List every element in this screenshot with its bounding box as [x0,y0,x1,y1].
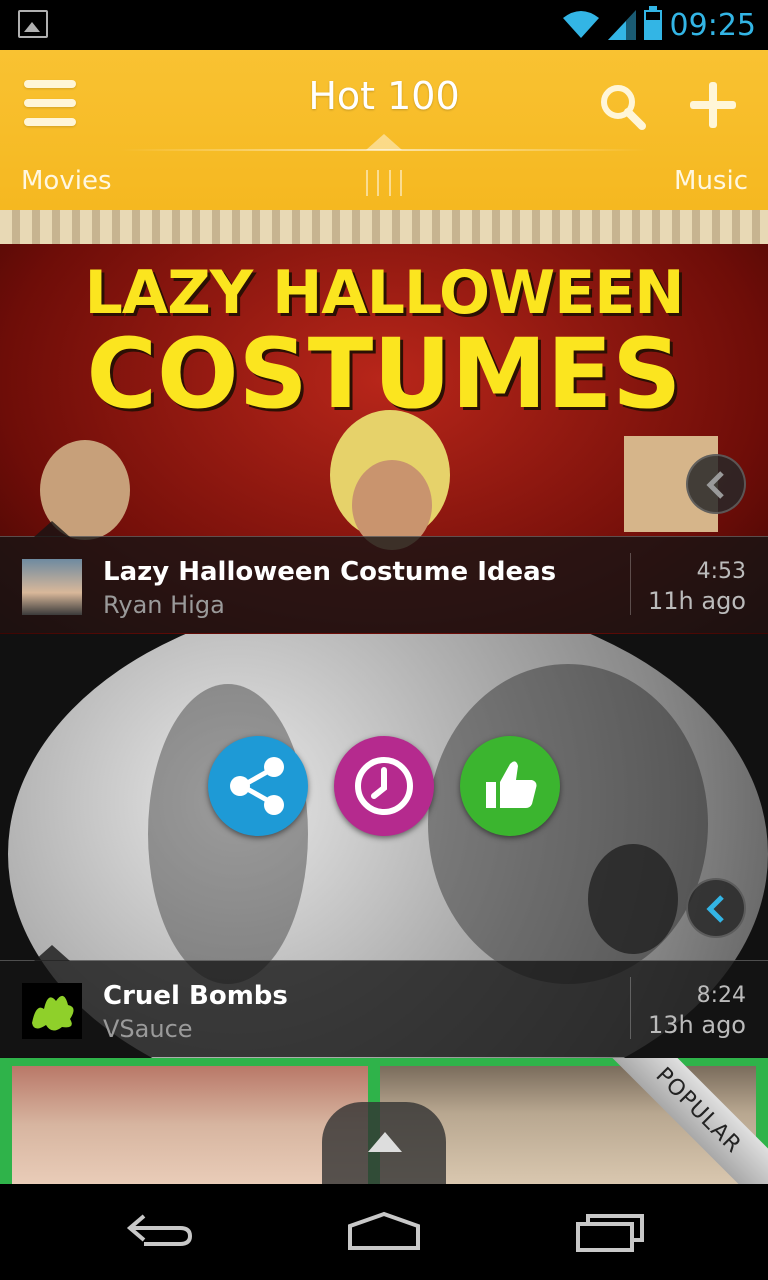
video-card[interactable]: Cruel Bombs VSauce 8:24 13h ago [0,634,768,1058]
video-age: 13h ago [647,1011,746,1039]
divider [630,553,631,615]
clock: 09:25 [669,7,756,43]
like-button[interactable] [460,736,560,836]
search-icon[interactable] [598,82,646,130]
home-icon[interactable] [346,1210,422,1254]
page-title: Hot 100 [308,74,460,118]
previous-button[interactable] [686,454,746,514]
signal-icon [607,10,636,40]
curtain-fringe [0,210,768,244]
tab-music[interactable]: Music [674,166,748,196]
add-icon[interactable] [688,80,738,130]
status-indicators: 09:25 [562,6,756,44]
back-icon[interactable] [124,1210,196,1250]
video-thumbnail [12,1066,368,1184]
video-title[interactable]: Cruel Bombs [103,981,288,1011]
status-bar: 09:25 [0,0,768,50]
tab-drag-handle[interactable] [366,170,402,196]
video-duration: 4:53 [696,559,746,584]
video-author[interactable]: VSauce [103,1015,193,1043]
previous-button[interactable] [686,878,746,938]
video-title[interactable]: Lazy Halloween Costume Ideas [103,557,556,587]
wifi-icon [562,11,599,38]
video-card[interactable]: LAZY HALLOWEEN COSTUMES Lazy Halloween C… [0,210,768,634]
video-duration: 8:24 [696,983,746,1008]
tab-movies[interactable]: Movies [21,166,112,196]
drawer-toggle[interactable] [322,1102,446,1184]
video-age: 11h ago [647,587,746,615]
gallery-notification-icon [18,10,48,38]
battery-icon [643,6,662,40]
recent-apps-icon[interactable] [574,1210,646,1254]
divider [630,977,631,1039]
system-nav-bar [0,1184,768,1280]
thumbs-up-icon [486,761,537,808]
video-author[interactable]: Ryan Higa [103,591,225,619]
crater [588,844,678,954]
app-header: Hot 100 Movies Music [0,50,768,210]
share-button[interactable] [208,736,308,836]
share-icon [230,757,284,815]
title-indicator [366,134,402,150]
watch-later-button[interactable] [334,736,434,836]
avatar[interactable] [22,983,82,1039]
info-bar-notch [34,945,70,961]
video-info-bar: Cruel Bombs VSauce 8:24 13h ago [0,945,768,1057]
info-bar-notch [34,521,70,537]
clock-icon [355,757,413,815]
avatar[interactable] [22,559,82,615]
vsauce-logo-icon [32,995,74,1031]
expand-up-icon [368,1132,402,1152]
video-info-bar: Lazy Halloween Costume Ideas Ryan Higa 4… [0,521,768,633]
